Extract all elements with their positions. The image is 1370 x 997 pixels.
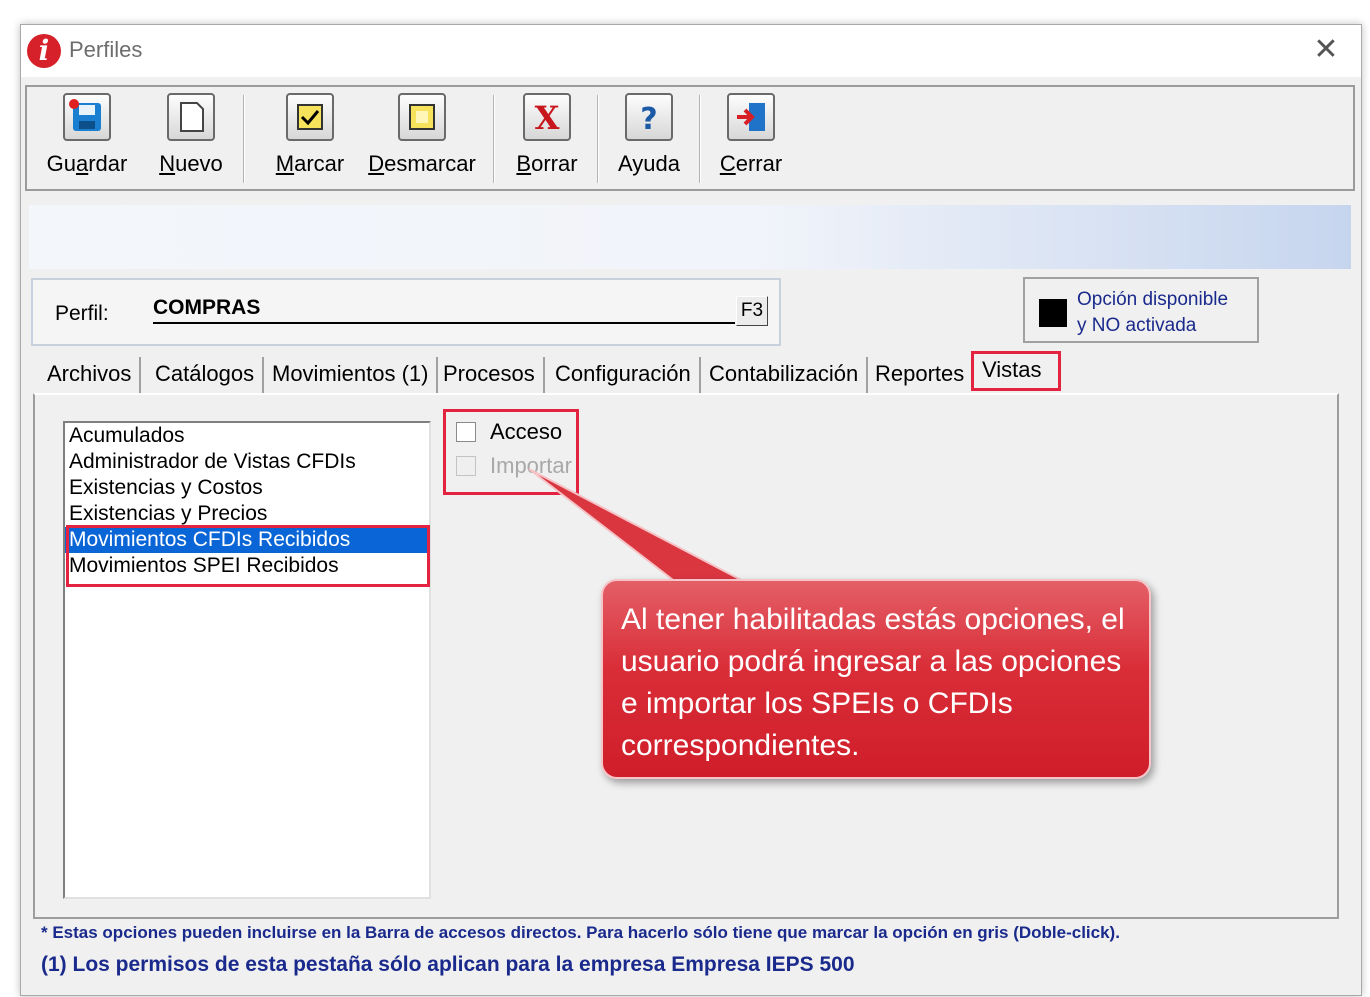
callout-note: Al tener habilitadas estás opciones, el … <box>601 579 1151 779</box>
perfil-field[interactable]: COMPRAS <box>153 296 735 324</box>
help-icon: ? <box>625 93 673 141</box>
tab-catalogos[interactable]: Catálogos <box>147 357 265 393</box>
tab-contabilizacion[interactable]: Contabilización <box>701 357 869 393</box>
app-logo-icon: i <box>27 34 61 68</box>
help-button[interactable]: ? Ayuda <box>607 93 691 185</box>
close-button[interactable]: ✕ <box>1309 33 1343 67</box>
legend-text: Opción disponible y NO activada <box>1077 289 1229 336</box>
tab-reportes[interactable]: Reportes <box>867 357 972 393</box>
toolbar-separator <box>597 95 599 183</box>
list-item[interactable]: Acumulados <box>65 423 429 449</box>
list-item[interactable]: Movimientos SPEI Recibidos <box>65 553 429 579</box>
new-document-icon <box>167 93 215 141</box>
acceso-checkbox[interactable] <box>456 422 476 442</box>
delete-button[interactable]: X Borrar <box>505 93 589 185</box>
unmark-button[interactable]: Desmarcar <box>363 93 481 185</box>
importar-checkbox-row: Importar <box>456 454 572 482</box>
list-item[interactable]: Existencias y Costos <box>65 475 429 501</box>
importar-label: Importar <box>490 453 572 478</box>
list-item[interactable]: Existencias y Precios <box>65 501 429 527</box>
close-window-button[interactable]: Cerrar <box>709 93 793 185</box>
acceso-label: Acceso <box>490 419 563 444</box>
new-button[interactable]: Nuevo <box>145 93 237 185</box>
toolbar-separator <box>699 95 701 183</box>
save-icon <box>63 93 111 141</box>
vistas-listbox[interactable]: Acumulados Administrador de Vistas CFDIs… <box>63 421 431 899</box>
title-bar: i Perfiles ✕ <box>21 25 1361 77</box>
tab-bar: Archivos Catálogos Movimientos (1) Proce… <box>35 351 1355 395</box>
tab-vistas[interactable]: Vistas <box>971 351 1061 391</box>
list-item[interactable]: Administrador de Vistas CFDIs <box>65 449 429 475</box>
checkbox-clear-icon <box>398 93 446 141</box>
mark-button[interactable]: Marcar <box>267 93 353 185</box>
legend-swatch <box>1039 299 1067 327</box>
importar-checkbox <box>456 456 476 476</box>
window-title: Perfiles <box>69 37 143 62</box>
tab-procesos[interactable]: Procesos <box>435 357 545 393</box>
checkbox-checked-icon <box>286 93 334 141</box>
company-note: (1) Los permisos de esta pestaña sólo ap… <box>41 953 855 976</box>
perfil-lookup-button[interactable]: F3 <box>736 296 768 326</box>
toolbar-separator <box>243 95 245 183</box>
delete-x-icon: X <box>523 93 571 141</box>
tab-configuracion[interactable]: Configuración <box>547 357 701 393</box>
perfiles-window: i Perfiles ✕ Guardar Nuevo Marcar Desmar… <box>20 24 1362 996</box>
toolbar: Guardar Nuevo Marcar Desmarcar X Borrar … <box>25 85 1355 191</box>
tab-movimientos[interactable]: Movimientos (1) <box>264 357 439 393</box>
list-item-selected[interactable]: Movimientos CFDIs Recibidos <box>65 527 429 553</box>
perfil-label: Perfil: <box>55 302 109 325</box>
permissions-highlight-frame: Acceso Importar <box>443 409 579 495</box>
svg-text:X: X <box>535 99 560 137</box>
svg-text:?: ? <box>640 102 657 137</box>
header-banner <box>29 205 1351 269</box>
acceso-checkbox-row[interactable]: Acceso <box>456 420 562 448</box>
save-button[interactable]: Guardar <box>41 93 133 185</box>
exit-icon <box>727 93 775 141</box>
toolbar-separator <box>493 95 495 183</box>
legend-box: Opción disponible y NO activada <box>1023 277 1259 343</box>
perfil-group: Perfil: COMPRAS F3 <box>31 278 781 346</box>
shortcut-note: * Estas opciones pueden incluirse en la … <box>41 923 1120 942</box>
tab-archivos[interactable]: Archivos <box>39 357 142 393</box>
